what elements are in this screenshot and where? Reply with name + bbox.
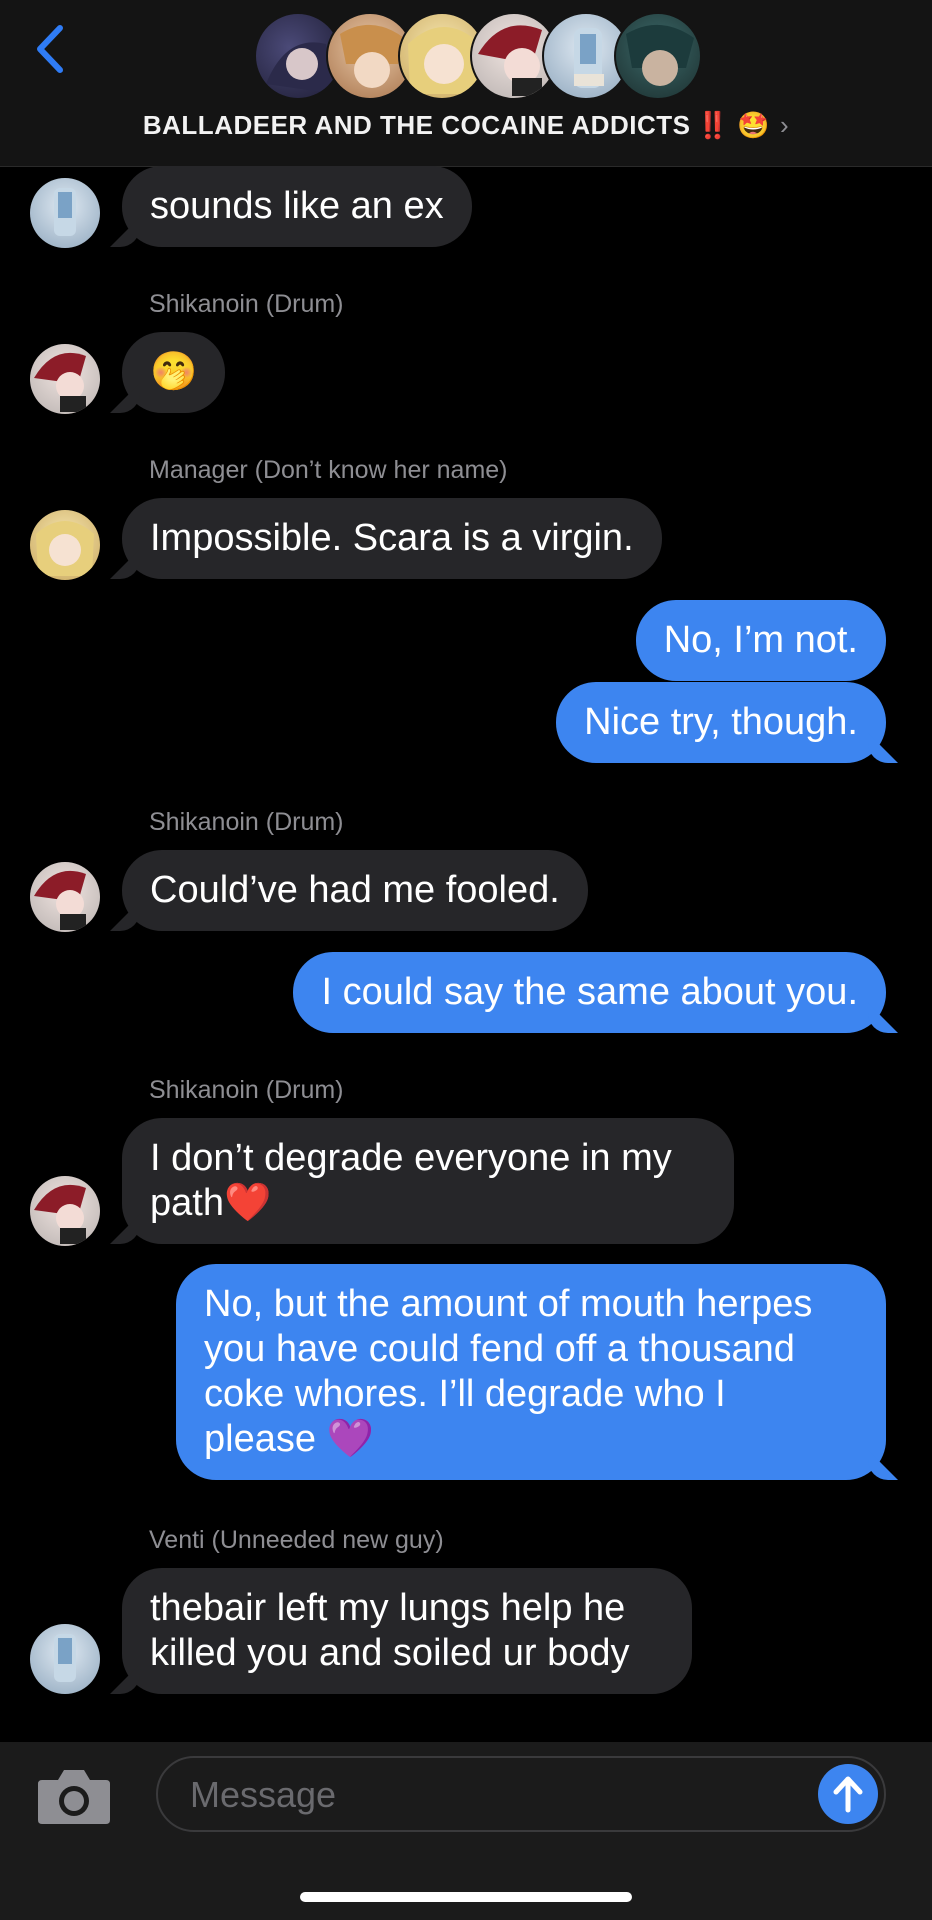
home-indicator[interactable] <box>300 1892 632 1902</box>
sender-name: Shikanoin (Drum) <box>149 290 344 318</box>
group-title[interactable]: BALLADEER AND THE COCAINE ADDICTS ‼️ 🤩 › <box>0 110 932 141</box>
message-input[interactable] <box>188 1768 772 1822</box>
group-title-emoji: ‼️ 🤩 <box>696 110 770 140</box>
message-text: Nice try, though. <box>584 701 858 743</box>
message-text-line: you have could fend off a thousand <box>204 1328 795 1370</box>
character-portrait-icon <box>54 1634 76 1682</box>
message-text: Could’ve had me fooled. <box>150 869 560 911</box>
message-bubble-incoming[interactable]: I don’t degrade everyone in my path❤️ <box>122 1118 734 1244</box>
character-portrait-icon <box>34 870 86 930</box>
character-portrait-icon <box>54 188 76 236</box>
message-bubble-outgoing[interactable]: No, but the amount of mouth herpes you h… <box>176 1264 886 1480</box>
camera-icon <box>38 1770 110 1824</box>
message-bubble-incoming[interactable]: Could’ve had me fooled. <box>122 850 588 931</box>
message-bubble-outgoing[interactable]: Nice try, though. <box>556 682 886 763</box>
group-avatar <box>614 12 702 100</box>
message-text-line: No, but the amount of mouth herpes <box>204 1283 813 1325</box>
message-text: No, I’m not. <box>663 619 858 661</box>
message-bubble-outgoing[interactable]: No, I’m not. <box>635 600 886 681</box>
sender-name: Shikanoin (Drum) <box>149 1076 344 1104</box>
send-button[interactable] <box>818 1764 878 1824</box>
character-portrait-icon <box>626 24 694 86</box>
camera-button[interactable] <box>36 1766 112 1826</box>
message-text-line: please 💜 <box>204 1418 374 1460</box>
composer-bar <box>0 1742 932 1920</box>
message-text: I could say the same about you. <box>321 971 858 1013</box>
avatar[interactable] <box>30 862 100 932</box>
avatar[interactable] <box>30 178 100 248</box>
character-portrait-icon <box>36 521 94 576</box>
message-field[interactable] <box>156 1756 886 1832</box>
message-bubble-incoming[interactable]: sounds like an ex <box>122 166 472 247</box>
sender-name: Venti (Unneeded new guy) <box>149 1526 444 1554</box>
back-button[interactable] <box>30 20 74 78</box>
message-text: 🤭 <box>150 351 198 393</box>
avatar[interactable] <box>30 1624 100 1694</box>
message-text: Impossible. Scara is a virgin. <box>150 517 634 559</box>
chevron-right-icon: › <box>779 110 790 140</box>
avatar[interactable] <box>30 510 100 580</box>
avatar[interactable] <box>30 1176 100 1246</box>
message-bubble-incoming[interactable]: 🤭 <box>122 332 226 413</box>
message-bubble-outgoing[interactable]: I could say the same about you. <box>293 952 886 1033</box>
message-text-line: I don’t degrade everyone in my <box>150 1137 672 1179</box>
group-title-text: BALLADEER AND THE COCAINE ADDICTS <box>142 110 691 140</box>
message-text: sounds like an ex <box>150 185 444 227</box>
sender-name: Manager (Don’t know her name) <box>149 456 508 484</box>
arrow-up-icon <box>833 1776 863 1813</box>
message-bubble-incoming[interactable]: thebair left my lungs help he killed you… <box>122 1568 692 1694</box>
message-list[interactable]: sounds like an ex Shikanoin (Drum) 🤭 Man… <box>0 166 932 1742</box>
message-text-line: path❤️ <box>150 1182 272 1224</box>
avatar[interactable] <box>30 344 100 414</box>
message-text-line: killed you and soiled ur body <box>150 1632 630 1674</box>
character-portrait-icon <box>34 352 86 412</box>
message-text-line: thebair left my lungs help he <box>150 1587 626 1629</box>
character-portrait-icon <box>34 1184 86 1244</box>
conversation-header: BALLADEER AND THE COCAINE ADDICTS ‼️ 🤩 › <box>0 0 932 167</box>
message-bubble-incoming[interactable]: Impossible. Scara is a virgin. <box>122 498 662 579</box>
message-text-line: coke whores. I’ll degrade who I <box>204 1373 726 1415</box>
chevron-left-icon <box>37 25 63 73</box>
sender-name: Shikanoin (Drum) <box>149 808 344 836</box>
group-avatars[interactable] <box>254 12 702 102</box>
